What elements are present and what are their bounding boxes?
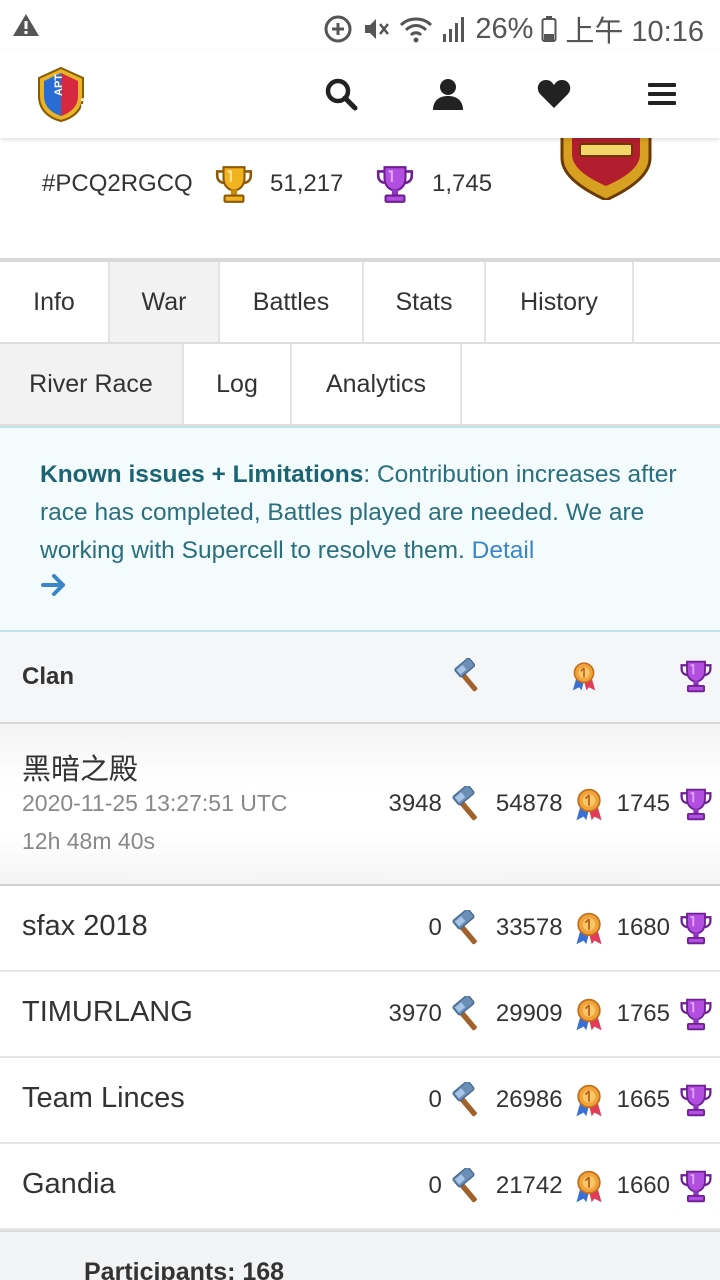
table-row[interactable]: TIMURLANG 3970 29909 1765 — [0, 972, 720, 1058]
battery-icon — [541, 16, 557, 42]
tab-battles[interactable]: Battles — [220, 262, 364, 342]
hammer-icon — [450, 1168, 486, 1204]
fame-points: 29909 — [495, 1000, 563, 1027]
war-trophies: 1665 — [616, 1086, 670, 1113]
war-trophies: 1765 — [616, 1000, 670, 1027]
notice-title: Known issues + Limitations — [40, 461, 364, 488]
table-row[interactable]: 黑暗之殿 2020-11-25 13:27:51 UTC 12h 48m 40s… — [0, 724, 720, 886]
clan-column-header: Clan — [22, 663, 75, 690]
war-trophy-icon — [678, 996, 714, 1032]
repair-points: 3948 — [388, 790, 442, 817]
war-trophy-icon — [374, 163, 416, 205]
tab-info[interactable]: Info — [0, 262, 110, 342]
clan-badge-icon — [560, 128, 652, 200]
hammer-icon — [450, 786, 486, 822]
war-trophy-icon — [678, 786, 714, 822]
medal-icon — [571, 1082, 607, 1118]
clan-war-trophies: 1,745 — [432, 170, 493, 197]
table-row[interactable]: sfax 2018 0 33578 1680 — [0, 886, 720, 972]
clan-name[interactable]: TIMURLANG — [22, 996, 193, 1029]
mute-icon — [365, 19, 390, 39]
medal-icon[interactable] — [568, 658, 600, 694]
status-bar: 26% 上午 10:16 — [0, 0, 720, 50]
fame-points: 26986 — [495, 1086, 563, 1113]
notice-detail-link[interactable]: Detail — [472, 537, 535, 564]
war-trophy-icon — [678, 1168, 714, 1204]
medal-icon — [571, 786, 607, 822]
svg-text:Vb1: Vb1 — [78, 96, 87, 116]
clan-trophies: 51,217 — [270, 170, 344, 197]
war-trophy-icon — [678, 910, 714, 946]
participants-section: Participants: 168 — [0, 1230, 720, 1280]
fame-points: 33578 — [495, 914, 563, 941]
clan-name[interactable]: Gandia — [22, 1168, 116, 1201]
gold-trophy-icon — [213, 163, 255, 205]
war-trophies: 1680 — [616, 914, 670, 941]
menu-icon[interactable] — [644, 76, 680, 112]
warning-icon — [13, 14, 39, 36]
race-timestamp: 2020-11-25 13:27:51 UTC — [22, 790, 288, 816]
hammer-icon — [450, 910, 486, 946]
clan-summary: #PCQ2RGCQ 51,217 1,745 — [0, 128, 720, 260]
war-subtabs: River Race Log Analytics — [0, 344, 720, 426]
repair-points: 0 — [428, 1172, 442, 1199]
hammer-icon[interactable] — [452, 658, 486, 694]
fame-points: 54878 — [495, 790, 563, 817]
heart-icon[interactable] — [536, 76, 572, 112]
subtab-river-race[interactable]: River Race — [0, 344, 184, 424]
medal-icon — [571, 996, 607, 1032]
table-row[interactable]: Gandia 0 21742 1660 — [0, 1144, 720, 1230]
war-trophies: 1745 — [616, 790, 670, 817]
repair-points: 0 — [428, 1086, 442, 1113]
wifi-icon — [400, 17, 433, 43]
medal-icon — [571, 910, 607, 946]
race-timer: 12h 48m 40s — [22, 828, 155, 854]
hammer-icon — [450, 996, 486, 1032]
tab-war[interactable]: War — [110, 262, 220, 342]
battery-percent: 26% — [475, 12, 534, 45]
fame-points: 21742 — [495, 1172, 563, 1199]
signal-icon — [443, 17, 465, 42]
clan-name[interactable]: 黑暗之殿 — [22, 746, 138, 788]
user-icon[interactable] — [430, 76, 466, 112]
svg-text:APT: APT — [53, 74, 65, 96]
subtab-analytics[interactable]: Analytics — [292, 344, 462, 424]
tab-history[interactable]: History — [486, 262, 634, 342]
war-trophies: 1660 — [616, 1172, 670, 1199]
data-saver-icon — [324, 15, 352, 43]
search-icon[interactable] — [323, 76, 359, 112]
repair-points: 0 — [428, 914, 442, 941]
arrow-right-icon[interactable] — [40, 572, 68, 598]
participants-heading: Participants: 168 — [84, 1258, 285, 1280]
medal-icon — [571, 1168, 607, 1204]
table-row[interactable]: Team Linces 0 26986 1665 — [0, 1058, 720, 1144]
hammer-icon — [450, 1082, 486, 1118]
war-trophy-icon — [678, 1082, 714, 1118]
subtab-log[interactable]: Log — [184, 344, 292, 424]
war-trophy-icon[interactable] — [678, 658, 714, 694]
top-navbar: APT Vb1 — [0, 50, 720, 138]
tab-stats[interactable]: Stats — [364, 262, 486, 342]
clock: 上午 10:16 — [565, 16, 704, 48]
main-tabs: Info War Battles Stats History — [0, 262, 720, 344]
river-race-table-header: Clan — [0, 632, 720, 724]
repair-points: 3970 — [388, 1000, 442, 1027]
clan-name[interactable]: Team Linces — [22, 1082, 185, 1115]
clan-name[interactable]: sfax 2018 — [22, 910, 148, 943]
royaleapi-logo[interactable]: APT Vb1 — [35, 66, 87, 122]
clan-tag: #PCQ2RGCQ — [42, 170, 193, 197]
known-issues-notice: Known issues + Limitations: Contribution… — [0, 426, 720, 632]
